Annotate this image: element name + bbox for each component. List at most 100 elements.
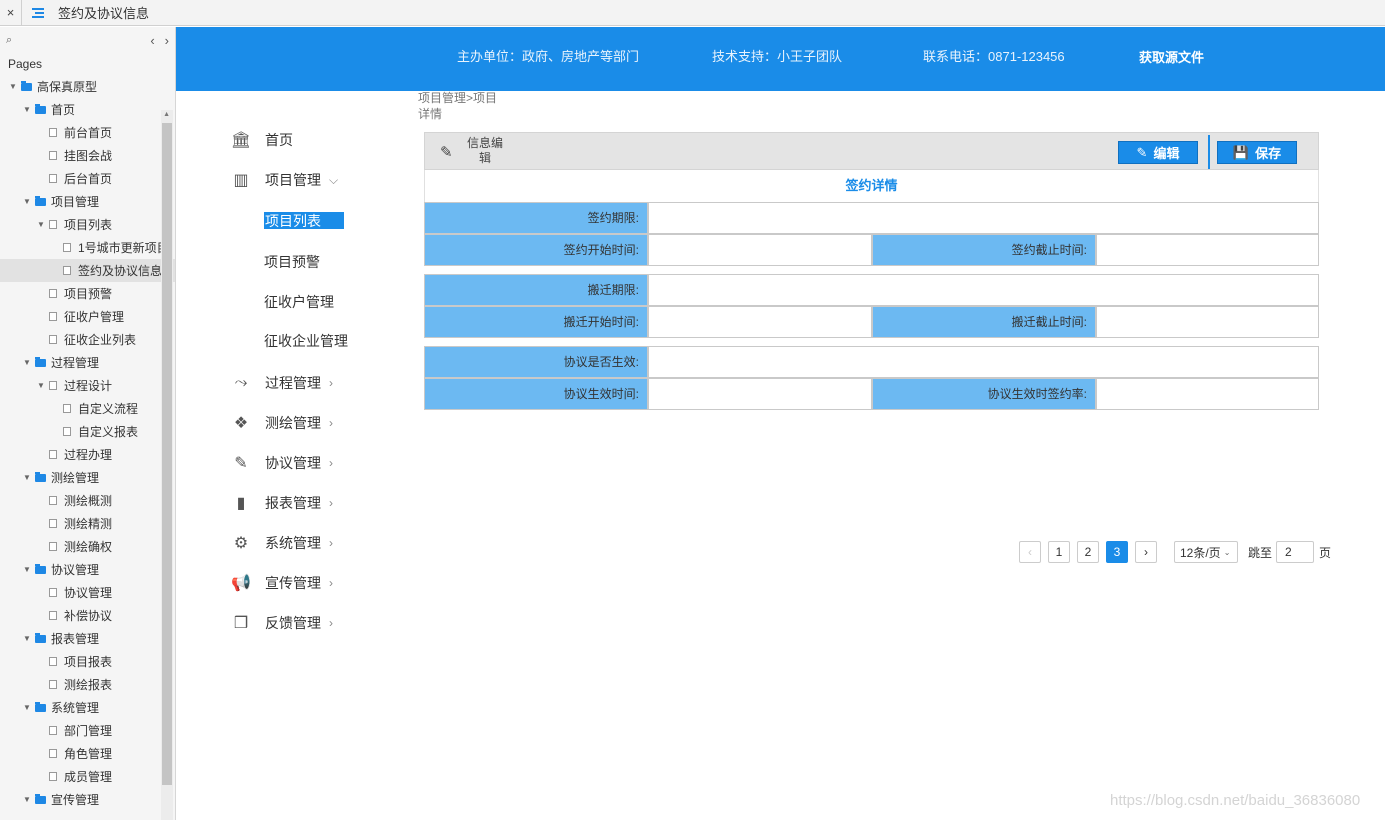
- agreement-rate-field[interactable]: [1096, 378, 1319, 410]
- menu-item[interactable]: ✎ 协议管理 ›: [230, 451, 333, 475]
- tree-item[interactable]: ▼ 报表管理: [0, 627, 175, 650]
- tree-item[interactable]: 测绘报表: [0, 673, 175, 696]
- tree-item[interactable]: 部门管理: [0, 719, 175, 742]
- agreement-effective-field[interactable]: [648, 346, 1319, 378]
- tree-item-label: 协议管理: [64, 586, 113, 600]
- tree-item[interactable]: ▼ 项目管理: [0, 190, 175, 213]
- page-size-select[interactable]: 12条/页 ⌄: [1174, 541, 1238, 563]
- tree-item[interactable]: 过程办理: [0, 443, 175, 466]
- expand-arrow-icon[interactable]: ▼: [22, 358, 32, 367]
- tree-item[interactable]: ▼ 协议管理: [0, 558, 175, 581]
- tree-item[interactable]: 测绘概测: [0, 489, 175, 512]
- tree-item[interactable]: 征收户管理: [0, 305, 175, 328]
- jump-page-input[interactable]: 2: [1276, 541, 1315, 563]
- folder-icon: [35, 793, 46, 804]
- expand-arrow-icon[interactable]: ▼: [22, 634, 32, 643]
- expand-arrow-icon[interactable]: ▼: [22, 703, 32, 712]
- tree-item[interactable]: 挂图会战: [0, 144, 175, 167]
- page-icon: [63, 243, 71, 252]
- expand-arrow-icon[interactable]: ▼: [22, 795, 32, 804]
- edit-button[interactable]: ✎ 编辑: [1118, 141, 1198, 164]
- tree-item[interactable]: 后台首页: [0, 167, 175, 190]
- pages-label: Pages: [8, 57, 43, 71]
- tree-item[interactable]: 角色管理: [0, 742, 175, 765]
- tree-item-label: 测绘确权: [64, 540, 113, 554]
- move-start-field[interactable]: [648, 306, 872, 338]
- menu-item-label: 协议管理: [265, 455, 321, 471]
- tree-item-label: 系统管理: [51, 701, 100, 715]
- move-period-label: 搬迁期限:: [424, 274, 648, 306]
- get-source-link[interactable]: 获取源文件: [1139, 47, 1204, 66]
- tree-item[interactable]: 测绘确权: [0, 535, 175, 558]
- tree-item[interactable]: 项目预警: [0, 282, 175, 305]
- move-end-field[interactable]: [1096, 306, 1319, 338]
- page-icon: [63, 427, 71, 436]
- menu-item[interactable]: ⤳ 过程管理 ›: [230, 371, 333, 395]
- tree-item[interactable]: ▼ 宣传管理: [0, 788, 175, 811]
- form-row-sign-time: 签约开始时间: 签约截止时间:: [424, 234, 1319, 266]
- tree-item[interactable]: ▼ 首页: [0, 98, 175, 121]
- menu-item[interactable]: 🏛 首页: [230, 128, 293, 152]
- tree-item[interactable]: 1号城市更新项目: [0, 236, 175, 259]
- watermark: https://blog.csdn.net/baidu_36836080: [1110, 792, 1361, 809]
- submenu-item[interactable]: 项目列表: [264, 212, 344, 229]
- tree-item[interactable]: 成员管理: [0, 765, 175, 788]
- expand-arrow-icon[interactable]: ▼: [36, 381, 46, 390]
- tree-item-label: 征收企业列表: [64, 333, 137, 347]
- tree-item[interactable]: ▼ 过程设计: [0, 374, 175, 397]
- next-page-button[interactable]: ›: [1135, 541, 1157, 563]
- tree-item[interactable]: 征收企业列表: [0, 328, 175, 351]
- expand-arrow-icon[interactable]: ▼: [22, 565, 32, 574]
- tree-item[interactable]: 补偿协议: [0, 604, 175, 627]
- chevron-left-icon[interactable]: ‹: [150, 33, 154, 48]
- barcode-icon: ▥: [233, 172, 249, 189]
- expand-arrow-icon[interactable]: ▼: [8, 82, 18, 91]
- tree-item[interactable]: 自定义流程: [0, 397, 175, 420]
- tree-item[interactable]: ▼ 过程管理: [0, 351, 175, 374]
- tree-item[interactable]: 测绘精测: [0, 512, 175, 535]
- sign-start-field[interactable]: [648, 234, 872, 266]
- prev-page-button[interactable]: ‹: [1019, 541, 1041, 563]
- tree-item[interactable]: 自定义报表: [0, 420, 175, 443]
- save-icon: 💾: [1232, 144, 1250, 160]
- expand-arrow-icon[interactable]: ▼: [22, 105, 32, 114]
- page-list-icon: [32, 7, 52, 18]
- tree-item[interactable]: 项目报表: [0, 650, 175, 673]
- submenu-item[interactable]: 征收企业管理: [264, 331, 348, 351]
- search-icon[interactable]: ⌕: [6, 34, 12, 47]
- agreement-time-field[interactable]: [648, 378, 872, 410]
- scrollbar-thumb[interactable]: [162, 123, 172, 785]
- submenu-item[interactable]: 征收户管理: [264, 292, 334, 312]
- close-icon[interactable]: ×: [0, 0, 22, 26]
- tree-item[interactable]: 协议管理: [0, 581, 175, 604]
- page-button-3[interactable]: 3: [1106, 541, 1128, 563]
- expand-arrow-icon[interactable]: ▼: [22, 197, 32, 206]
- tree-item[interactable]: ▼ 项目列表: [0, 213, 175, 236]
- tree-item[interactable]: ▼ 高保真原型: [0, 75, 175, 98]
- chevron-right-icon[interactable]: ›: [165, 33, 169, 48]
- expand-arrow-icon[interactable]: ▼: [36, 220, 46, 229]
- tree-item[interactable]: ▼ 系统管理: [0, 696, 175, 719]
- tree-item[interactable]: 前台首页: [0, 121, 175, 144]
- tree-item[interactable]: ▼ 测绘管理: [0, 466, 175, 489]
- menu-item[interactable]: ⚙ 系统管理 ›: [230, 531, 333, 555]
- menu-item[interactable]: ▮ 报表管理 ›: [230, 491, 333, 515]
- menu-item[interactable]: 📢 宣传管理 ›: [230, 571, 333, 595]
- jump-label: 跳至: [1248, 545, 1273, 560]
- folder-icon: [21, 80, 32, 91]
- sign-end-field[interactable]: [1096, 234, 1319, 266]
- chevron-right-icon: ›: [329, 536, 333, 550]
- menu-item[interactable]: ❒ 反馈管理 ›: [230, 611, 333, 635]
- move-period-field[interactable]: [648, 274, 1319, 306]
- menu-item[interactable]: ▥ 项目管理 ⌵: [230, 168, 338, 192]
- page-button-2[interactable]: 2: [1077, 541, 1099, 563]
- save-button[interactable]: 💾 保存: [1217, 141, 1297, 164]
- expand-arrow-icon[interactable]: ▼: [22, 473, 32, 482]
- tree-item[interactable]: 签约及协议信息: [0, 259, 175, 282]
- menu-item[interactable]: ❖ 测绘管理 ›: [230, 411, 333, 435]
- agreement-time-label: 协议生效时间:: [424, 378, 648, 410]
- sign-period-field[interactable]: [648, 202, 1319, 234]
- page-button-1[interactable]: 1: [1048, 541, 1070, 563]
- scroll-up-icon[interactable]: ▲: [163, 111, 170, 118]
- submenu-item[interactable]: 项目预警: [264, 252, 320, 272]
